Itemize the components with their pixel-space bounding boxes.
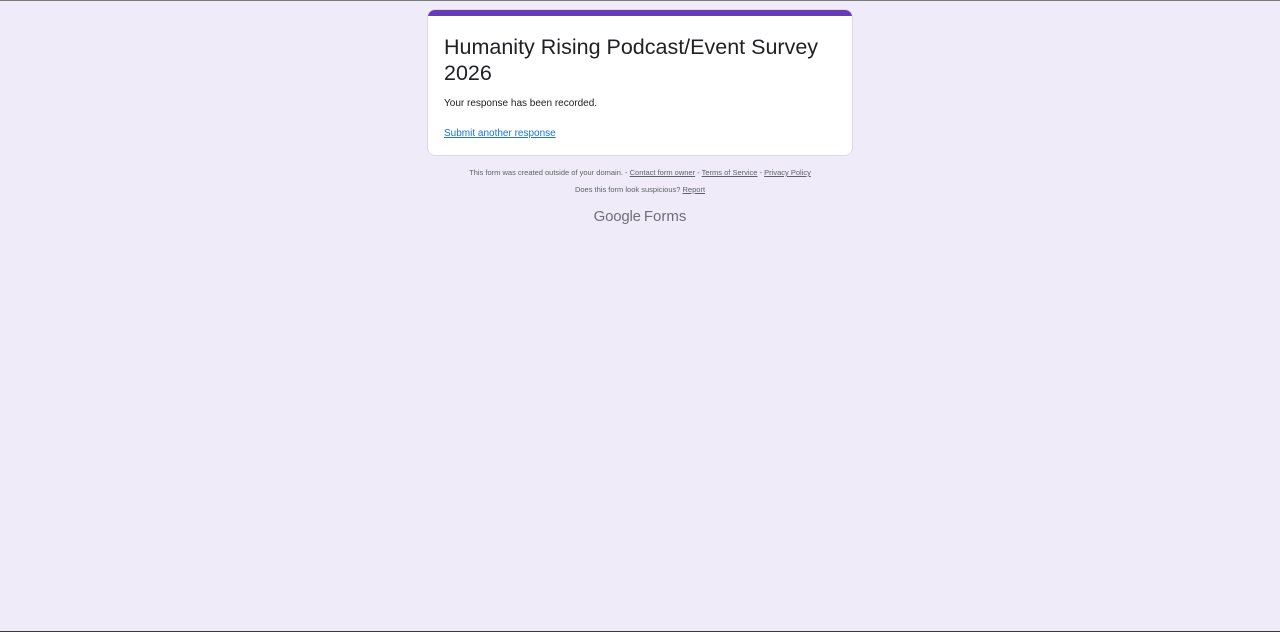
- report-link[interactable]: Report: [683, 185, 706, 194]
- google-wordmark: Google: [593, 208, 641, 225]
- suspicious-question-text: Does this form look suspicious?: [574, 185, 681, 194]
- contact-form-owner-link[interactable]: Contact form owner: [630, 168, 695, 177]
- footer-report-line: Does this form look suspicious? Report: [427, 185, 853, 195]
- window-top-border: [0, 0, 1280, 1]
- privacy-policy-link[interactable]: Privacy Policy: [764, 168, 811, 177]
- confirmation-message: Your response has been recorded.: [444, 98, 598, 109]
- card-accent-bar: [428, 10, 852, 16]
- confirmation-card: Humanity Rising Podcast/Event Survey 202…: [427, 9, 853, 156]
- domain-notice-text: This form was created outside of your do…: [469, 168, 623, 177]
- footer-domain-notice-line: This form was created outside of your do…: [427, 168, 853, 178]
- forms-wordmark: Forms: [643, 208, 687, 225]
- google-forms-logo[interactable]: Google Forms: [427, 207, 853, 227]
- form-title: Humanity Rising Podcast/Event Survey 202…: [444, 35, 819, 85]
- terms-of-service-link[interactable]: Terms of Service: [702, 168, 758, 177]
- footer-separator: -: [622, 168, 630, 177]
- submit-another-response-link[interactable]: Submit another response: [444, 127, 556, 141]
